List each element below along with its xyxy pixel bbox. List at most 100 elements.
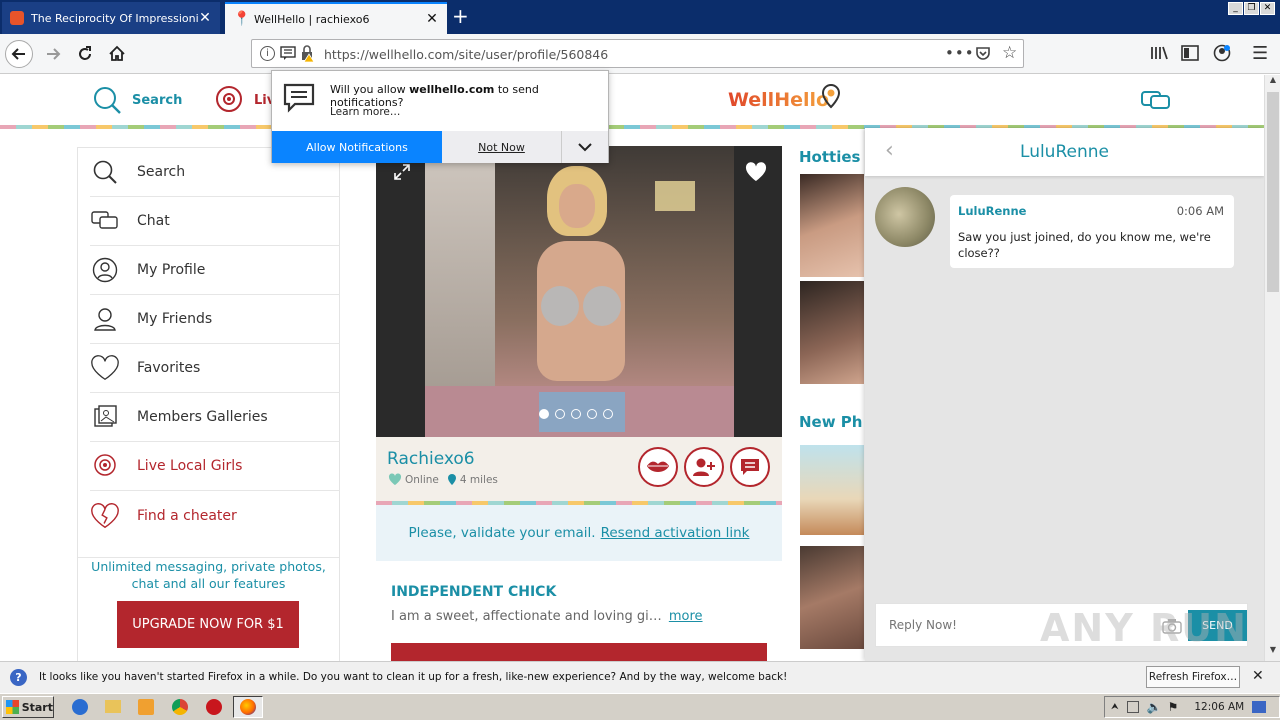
sidebar-item-members-galleries[interactable]: Members Galleries [90, 393, 340, 442]
insecure-lock-icon[interactable] [300, 45, 316, 65]
learn-more-link[interactable]: Learn more… [330, 106, 400, 118]
new-photos-heading: New Ph [799, 413, 863, 431]
profile-photo[interactable] [376, 146, 782, 437]
browser-tab-bar: The Reciprocity Of Impressionism | ✕ 📍 W… [0, 0, 1280, 34]
add-friend-button[interactable] [684, 447, 724, 487]
new-photo-thumbnail[interactable] [800, 546, 864, 649]
heart-icon [90, 353, 120, 383]
url-text[interactable]: https://wellhello.com/site/user/profile/… [324, 47, 608, 62]
broken-heart-icon [90, 501, 120, 531]
sidebar-toggle-icon[interactable] [1181, 45, 1199, 64]
pocket-icon[interactable] [975, 45, 991, 64]
show-desktop-icon[interactable] [1252, 701, 1267, 713]
sidebar-menu: Search Chat My Profile My Friends Favori… [77, 147, 340, 661]
windows-taskbar: Start ⮝ 🔈 ⚑ 12:06 AM [0, 693, 1280, 720]
sidebar-item-my-profile[interactable]: My Profile [90, 246, 340, 295]
minimize-button[interactable]: _ [1228, 2, 1243, 15]
carousel-dot[interactable] [555, 409, 565, 419]
online-status: Online [405, 473, 439, 486]
sidebar-item-live-local-girls[interactable]: Live Local Girls [90, 442, 340, 491]
tab-close-icon[interactable]: ✕ [425, 11, 439, 27]
library-icon[interactable] [1150, 45, 1168, 64]
resend-activation-link[interactable]: Resend activation link [601, 525, 750, 541]
chat-avatar[interactable] [875, 187, 935, 247]
scroll-thumb[interactable] [1267, 92, 1279, 292]
maximize-button[interactable]: ❐ [1244, 2, 1259, 15]
scroll-up-icon[interactable]: ▲ [1266, 75, 1280, 91]
refresh-firefox-button[interactable]: Refresh Firefox… [1146, 666, 1240, 688]
kiss-button[interactable] [638, 447, 678, 487]
folder-icon[interactable] [105, 700, 121, 713]
page-content: Search Live WellHello Search Chat My Pro… [0, 75, 1264, 661]
chrome-icon[interactable] [172, 699, 188, 715]
site-logo[interactable]: WellHello [728, 89, 829, 111]
home-button[interactable] [103, 40, 131, 68]
opera-icon[interactable] [206, 699, 222, 715]
home-icon [109, 45, 125, 61]
media-player-icon[interactable] [138, 699, 154, 715]
url-bar[interactable]: i https://wellhello.com/site/user/profil… [251, 39, 1024, 68]
sidebar-item-my-friends[interactable]: My Friends [90, 295, 340, 344]
expand-icon[interactable] [393, 163, 411, 181]
pin-favicon-icon: 📍 [233, 11, 251, 27]
carousel-dot[interactable] [587, 409, 597, 419]
carousel-dot[interactable] [539, 409, 549, 419]
allow-notifications-button[interactable]: Allow Notifications [272, 131, 442, 163]
more-link[interactable]: more [669, 609, 703, 624]
carousel-dot[interactable] [571, 409, 581, 419]
network-icon[interactable] [1126, 701, 1139, 713]
sidebar-item-favorites[interactable]: Favorites [90, 344, 340, 393]
bookmark-star-icon[interactable]: ☆ [1002, 43, 1017, 63]
upgrade-button[interactable]: UPGRADE NOW FOR $1 [117, 601, 299, 648]
favorite-heart-icon[interactable] [745, 162, 767, 182]
tab-close-icon[interactable]: ✕ [198, 10, 212, 26]
nav-search-link[interactable]: Search [92, 85, 182, 115]
webcam-icon [90, 451, 120, 481]
back-button[interactable] [5, 40, 33, 68]
message-button[interactable] [730, 447, 770, 487]
chat-panel: ‹ LuluRenne LuluRenne 0:06 AM Saw you ju… [865, 128, 1264, 661]
info-icon[interactable]: i [260, 46, 275, 61]
tab-wellhello[interactable]: 📍 WellHello | rachiexo6 ✕ [225, 2, 447, 34]
notification-options-dropdown[interactable] [562, 131, 608, 163]
tray-expand-icon[interactable]: ⮝ [1111, 702, 1119, 712]
page-actions-icon[interactable]: ••• [945, 44, 975, 62]
cta-button[interactable] [391, 643, 767, 661]
page-scrollbar[interactable]: ▲ ▼ [1264, 75, 1280, 661]
scroll-down-icon[interactable]: ▼ [1266, 645, 1280, 661]
windows-logo-icon [6, 700, 19, 714]
not-now-button[interactable]: Not Now [442, 131, 562, 163]
profile-bio-text: I am a sweet, affectionate and loving gi… [391, 609, 662, 624]
sidebar-item-label: Find a cheater [137, 507, 237, 524]
profile-bio: I am a sweet, affectionate and loving gi… [391, 609, 703, 624]
tab-reciprocity[interactable]: The Reciprocity Of Impressionism | ✕ [2, 2, 220, 34]
menu-hamburger-icon[interactable]: ☰ [1252, 43, 1268, 64]
flag-icon[interactable]: ⚑ [1168, 700, 1179, 714]
reload-icon [79, 46, 91, 60]
close-window-button[interactable]: ✕ [1260, 2, 1275, 15]
close-bar-icon[interactable]: ✕ [1252, 668, 1264, 684]
hottie-thumbnail[interactable] [800, 174, 864, 277]
location-pin-icon [447, 474, 456, 485]
new-photo-thumbnail[interactable] [800, 445, 864, 535]
volume-icon[interactable]: 🔈 [1147, 700, 1162, 714]
sidebar-item-find-a-cheater[interactable]: Find a cheater [90, 491, 340, 540]
account-icon[interactable] [1213, 44, 1231, 65]
forward-button[interactable] [39, 40, 67, 68]
forward-arrow-icon [47, 48, 61, 60]
sidebar-item-chat[interactable]: Chat [90, 197, 340, 246]
hottie-thumbnail[interactable] [800, 281, 864, 384]
ie-icon[interactable] [72, 699, 88, 715]
taskbar-firefox-button[interactable] [233, 696, 263, 718]
search-icon [94, 87, 121, 114]
sidebar-item-label: My Friends [137, 311, 213, 327]
sidebar-item-label: Live Local Girls [137, 458, 243, 474]
start-button[interactable]: Start [2, 696, 54, 718]
new-tab-button[interactable]: + [452, 4, 469, 28]
site-favicon-icon [10, 11, 24, 25]
messages-icon[interactable] [1140, 89, 1172, 113]
carousel-dot[interactable] [603, 409, 613, 419]
chat-message-sender: LuluRenne [958, 204, 1027, 218]
notification-permission-icon[interactable] [280, 46, 296, 64]
reload-button[interactable] [71, 40, 99, 68]
